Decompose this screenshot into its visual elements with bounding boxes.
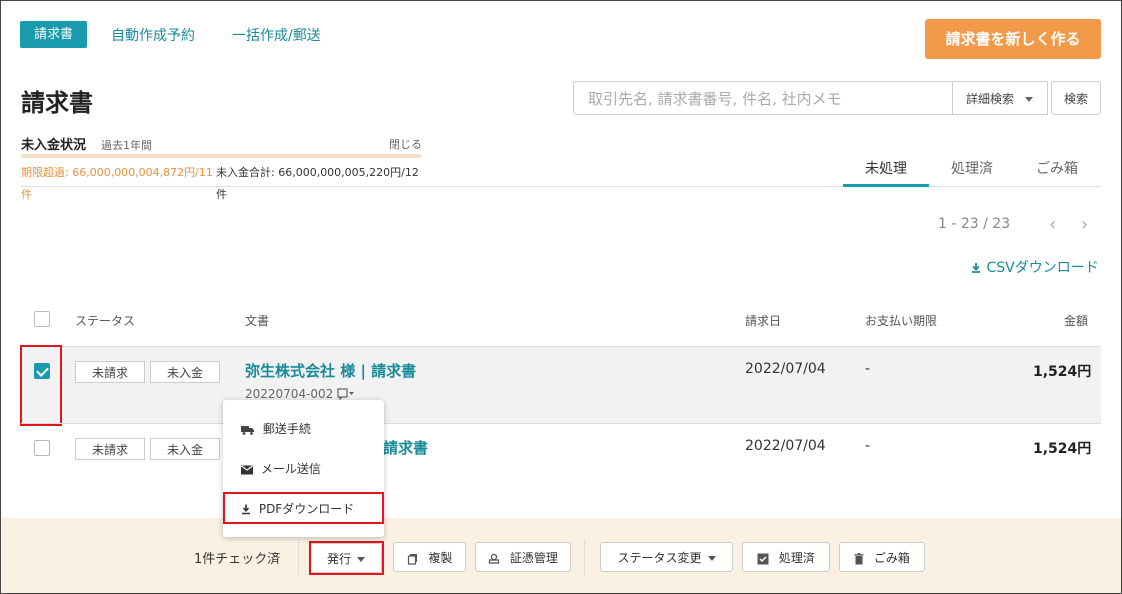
tab-invoices[interactable]: 請求書 — [20, 21, 87, 48]
overdue-summary: 期限超過: 66,000,000,004,872円/11件 — [21, 166, 213, 201]
copy-icon — [407, 553, 417, 565]
next-page-icon[interactable]: › — [1081, 214, 1088, 235]
evidence-management-button[interactable]: 証憑管理 — [475, 542, 571, 572]
unpaid-total-summary: 未入金合計: 66,000,000,005,220円/12件 — [216, 166, 419, 201]
csv-download-link[interactable]: CSVダウンロード — [970, 257, 1099, 277]
due-date: - — [865, 438, 871, 454]
mark-processed-button[interactable]: 処理済 — [742, 542, 830, 572]
highlight-box-checkbox — [20, 345, 62, 426]
status-change-label: ステータス変更 — [617, 551, 702, 565]
unpaid-progress-bar — [21, 154, 421, 158]
advanced-search-dropdown[interactable]: 詳細検索 — [952, 81, 1048, 115]
trash-icon — [854, 552, 864, 564]
amount: 1,524円 — [1033, 364, 1092, 380]
row-divider — [21, 423, 1101, 424]
page-title: 請求書 — [21, 89, 93, 117]
divider — [584, 539, 585, 575]
row-checkbox[interactable] — [34, 440, 50, 456]
highlight-box-pdf — [223, 492, 384, 524]
menu-item-mail[interactable]: 郵送手続 — [241, 420, 311, 437]
csv-download-label: CSVダウンロード — [986, 260, 1099, 276]
checked-count: 1件チェック済 — [194, 552, 281, 567]
tab-auto-schedule[interactable]: 自動作成予約 — [111, 25, 195, 45]
tab-bulk-create-mail[interactable]: 一括作成/郵送 — [232, 25, 321, 45]
header-status: ステータス — [75, 314, 136, 328]
stamp-icon — [488, 553, 500, 564]
invoice-date: 2022/07/04 — [745, 361, 826, 377]
chevron-down-icon — [707, 556, 716, 561]
app-window: 請求書 自動作成予約 一括作成/郵送 請求書を新しく作る 請求書 取引先名, 請… — [0, 0, 1122, 594]
menu-item-label: メール送信 — [260, 462, 321, 476]
search-button[interactable]: 検索 — [1051, 81, 1101, 115]
document-title-link[interactable]: 弥生株式会社 様 | 請求書 — [245, 360, 416, 381]
unpaid-status-title: 未入金状況 — [21, 138, 87, 153]
copy-label: 複製 — [428, 551, 453, 565]
create-invoice-button[interactable]: 請求書を新しく作る — [925, 19, 1101, 59]
trash-label: ごみ箱 — [873, 551, 910, 565]
processed-label: 処理済 — [778, 551, 815, 565]
pagination-range: 1 - 23 / 23 — [938, 216, 1011, 232]
active-tab-indicator — [843, 184, 929, 187]
table-row[interactable] — [21, 347, 1101, 423]
tab-trash[interactable]: ごみ箱 — [1036, 158, 1078, 178]
header-due-date: お支払い期限 — [865, 314, 938, 328]
close-unpaid-link[interactable]: 閉じる — [389, 136, 422, 152]
header-amount: 金額 — [1064, 314, 1089, 328]
envelope-icon — [241, 465, 253, 474]
tab-processed[interactable]: 処理済 — [951, 158, 993, 178]
advanced-search-label: 詳細検索 — [966, 92, 1015, 106]
prev-page-icon[interactable]: ‹ — [1049, 214, 1056, 235]
status-change-dropdown-button[interactable]: ステータス変更 — [600, 542, 733, 572]
status-badge: 未請求 — [75, 438, 145, 460]
copy-button[interactable]: 複製 — [393, 542, 466, 572]
highlight-box-issue — [309, 541, 384, 575]
tabs-divider — [21, 186, 1101, 187]
trash-button[interactable]: ごみ箱 — [839, 542, 925, 572]
select-all-checkbox[interactable] — [34, 311, 50, 327]
invoice-date: 2022/07/04 — [745, 438, 826, 454]
unpaid-status-subtitle: 過去1年間 — [101, 139, 152, 152]
check-square-icon — [757, 553, 769, 564]
due-date: - — [865, 361, 871, 377]
document-number: 20220704-002 — [245, 387, 334, 401]
header-document: 文書 — [245, 314, 270, 328]
download-icon — [972, 263, 980, 273]
header-invoice-date: 請求日 — [745, 314, 782, 328]
evidence-label: 証憑管理 — [509, 551, 558, 565]
truck-icon — [241, 425, 254, 435]
amount: 1,524円 — [1033, 441, 1092, 457]
menu-item-label: 郵送手続 — [262, 422, 311, 436]
divider — [298, 539, 299, 575]
document-title-link[interactable]: 請求書 — [383, 437, 428, 458]
search-input[interactable]: 取引先名, 請求書番号, 件名, 社内メモ — [573, 81, 953, 115]
chevron-down-icon — [1025, 97, 1033, 102]
menu-item-email[interactable]: メール送信 — [241, 460, 321, 477]
tab-unprocessed[interactable]: 未処理 — [865, 158, 907, 178]
status-badge: 未入金 — [150, 361, 220, 383]
status-badge: 未請求 — [75, 361, 145, 383]
status-badge: 未入金 — [150, 438, 220, 460]
